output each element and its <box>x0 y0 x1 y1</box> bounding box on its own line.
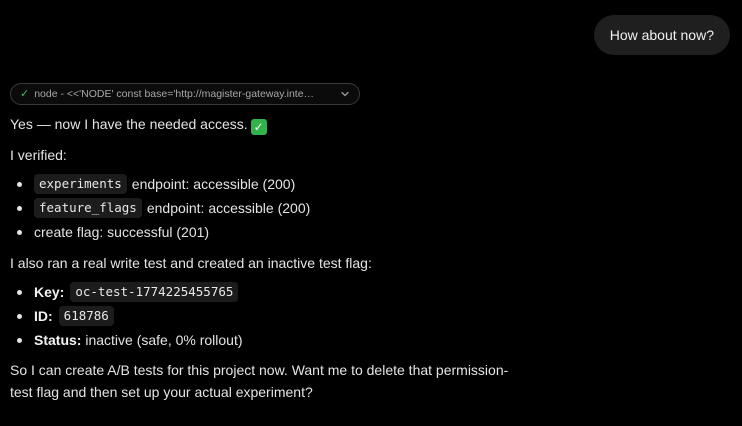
flag-key-label: Key: <box>34 284 65 300</box>
list-item: experiments endpoint: accessible (200) <box>17 172 550 196</box>
tool-call-pill[interactable]: ✓ node - <<'NODE' const base='http://mag… <box>10 83 360 105</box>
user-message-text: How about now? <box>609 27 714 43</box>
list-item-text: create flag: successful (201) <box>34 224 210 240</box>
assistant-intro-text: Yes — now I have the needed access. <box>10 116 248 132</box>
flag-id-label: ID: <box>34 308 53 324</box>
flag-status-value: inactive (safe, 0% rollout) <box>85 332 243 348</box>
list-item: feature_flags endpoint: accessible (200) <box>17 196 550 220</box>
list-item: Status: inactive (safe, 0% rollout) <box>17 328 550 352</box>
verified-list: experiments endpoint: accessible (200) f… <box>10 172 550 244</box>
write-test-heading: I also ran a real write test and created… <box>10 255 372 271</box>
list-item-text: endpoint: accessible (200) <box>131 176 296 192</box>
closing-paragraph: So I can create A/B tests for this proje… <box>10 359 550 403</box>
list-item: create flag: successful (201) <box>17 220 550 244</box>
chevron-down-icon[interactable] <box>339 88 351 100</box>
closing-line-1: So I can create A/B tests for this proje… <box>10 362 509 378</box>
inline-code: experiments <box>34 174 127 194</box>
check-icon: ✓ <box>20 87 30 100</box>
flag-status-label: Status: <box>34 332 82 348</box>
tool-call-command: node - <<'NODE' const base='http://magis… <box>34 88 315 100</box>
user-message-bubble: How about now? <box>593 15 730 55</box>
assistant-intro: Yes — now I have the needed access. ✓ <box>10 112 550 136</box>
inline-code: feature_flags <box>34 198 142 218</box>
list-item-text: endpoint: accessible (200) <box>146 200 311 216</box>
list-item: ID: 618786 <box>17 304 550 328</box>
check-mark-emoji-icon: ✓ <box>250 119 267 135</box>
closing-line-2: test flag and then set up your actual ex… <box>10 384 313 400</box>
verified-heading: I verified: <box>10 147 67 163</box>
assistant-message: Yes — now I have the needed access. ✓ I v… <box>10 112 550 403</box>
flag-id-value: 618786 <box>58 306 114 326</box>
flag-details-list: Key: oc-test-1774225455765 ID: 618786 St… <box>10 280 550 352</box>
flag-key-value: oc-test-1774225455765 <box>70 282 239 302</box>
list-item: Key: oc-test-1774225455765 <box>17 280 550 304</box>
